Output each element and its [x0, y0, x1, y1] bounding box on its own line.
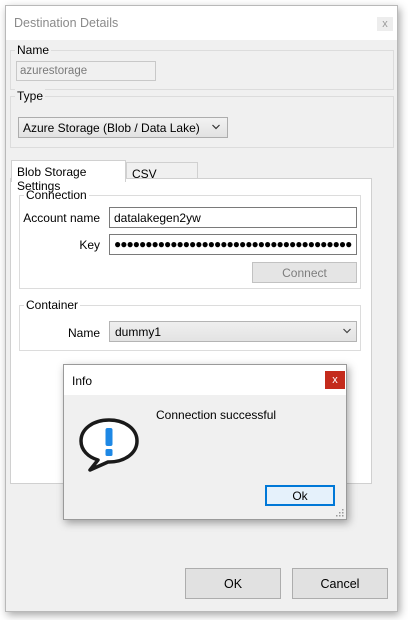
container-name-label: Name — [67, 326, 100, 340]
key-label: Key — [79, 238, 100, 252]
account-name-input[interactable]: datalakegen2yw — [109, 207, 357, 228]
name-field[interactable]: azurestorage — [16, 61, 156, 81]
cancel-button[interactable]: Cancel — [292, 568, 388, 599]
info-dialog-ok-button[interactable]: Ok — [265, 485, 335, 506]
account-name-label: Account name — [23, 211, 100, 225]
resize-grip-icon[interactable] — [336, 509, 344, 517]
destination-details-window: Destination Details x Name azurestorage … — [5, 5, 398, 612]
type-select[interactable]: Azure Storage (Blob / Data Lake) — [18, 117, 228, 138]
ok-button[interactable]: OK — [185, 568, 281, 599]
container-name-select[interactable]: dummy1 — [109, 321, 357, 342]
tab-blob-storage-settings[interactable]: Blob Storage Settings — [11, 160, 126, 193]
connect-button[interactable]: Connect — [252, 262, 357, 283]
info-dialog: Info x Connection successful Ok — [63, 364, 347, 520]
name-group-label: Name — [15, 43, 52, 57]
container-group-label: Container — [24, 298, 81, 312]
info-dialog-title-bar: Info x — [64, 365, 346, 395]
title-bar: Destination Details x — [6, 6, 397, 40]
info-dialog-title: Info — [72, 374, 93, 388]
container-name-value: dummy1 — [115, 325, 162, 339]
window-title: Destination Details — [14, 16, 119, 30]
type-select-value: Azure Storage (Blob / Data Lake) — [23, 121, 200, 135]
type-group-label: Type — [15, 89, 46, 103]
info-dialog-close-button[interactable]: x — [325, 371, 345, 389]
info-dialog-message: Connection successful — [156, 408, 277, 422]
chevron-down-icon — [343, 328, 351, 334]
exclamation-speech-bubble-icon — [79, 418, 139, 472]
window-close-button[interactable]: x — [377, 17, 393, 31]
chevron-down-icon — [212, 124, 220, 130]
key-input[interactable]: ●●●●●●●●●●●●●●●●●●●●●●●●●●●●●●●●●●●●●● — [109, 234, 357, 255]
